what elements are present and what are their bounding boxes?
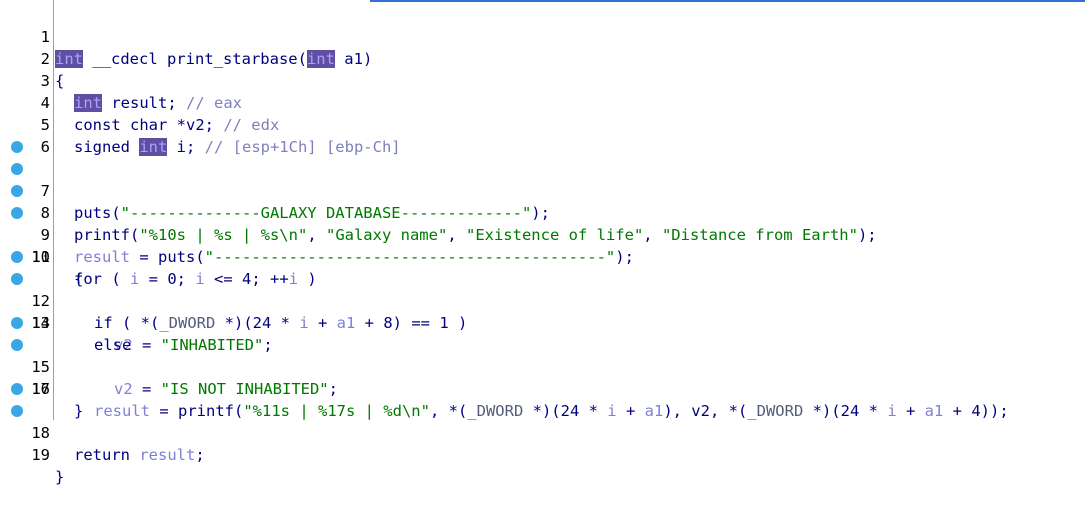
breakpoint-dot-icon[interactable] (11, 251, 23, 263)
breakpoint-dot-icon[interactable] (11, 339, 23, 351)
breakpoint-dot-icon[interactable] (11, 163, 23, 175)
return-keyword[interactable]: return (74, 446, 139, 464)
breakpoint-dot-icon[interactable] (11, 207, 23, 219)
code-line-8[interactable]: 8 printf("%10s | %s | %s\n", "Galaxy nam… (0, 158, 1085, 244)
code-line-6[interactable]: 6 (0, 114, 1085, 156)
code-line-17[interactable]: 17 } (0, 356, 1085, 420)
code-line-4[interactable]: 4 const char *v2; // edx (0, 70, 1085, 134)
breakpoint-dot-icon[interactable] (11, 185, 23, 197)
breakpoint-dot-icon[interactable] (11, 273, 23, 285)
code-line-5[interactable]: 5 signed int i; // [esp+1Ch] [ebp-Ch] (0, 92, 1085, 156)
code-line-3[interactable]: 3 int result; // eax (0, 48, 1085, 112)
code-line-18[interactable]: 18 return result; (0, 378, 1085, 464)
code-line-10[interactable]: 10 for ( i = 0; i <= 4; ++i ) (0, 202, 1085, 288)
punctuation: ; (195, 446, 205, 464)
code-line-15[interactable]: 15 v2 = "IS NOT INHABITED"; (0, 312, 1085, 398)
code-line-16[interactable]: 16 result = printf("%11s | %17s | %d\n",… (0, 334, 1085, 420)
code-text: return result; (74, 444, 205, 466)
code-line-12[interactable]: 12 if ( *(_DWORD *)(24 * i + a1 + 8) == … (0, 246, 1085, 332)
code-line-14[interactable]: 14 else (0, 290, 1085, 354)
breakpoint-dot-icon[interactable] (11, 405, 23, 417)
code-line-2[interactable]: 2 { (0, 26, 1085, 90)
code-line-1[interactable]: 1 int __cdecl print_starbase(int a1) (0, 4, 1085, 68)
pseudocode-view[interactable]: 1 int __cdecl print_starbase(int a1) 2 {… (0, 0, 1085, 486)
breakpoint-dot-icon[interactable] (11, 317, 23, 329)
breakpoint-dot-icon[interactable] (11, 383, 23, 395)
code-line-13[interactable]: 13 v2 = "INHABITED"; (0, 268, 1085, 354)
line-number: 19 (31, 446, 50, 464)
breakpoint-dot-icon[interactable] (11, 141, 23, 153)
code-text: } (55, 468, 65, 486)
variable-result[interactable]: result (139, 446, 195, 464)
code-line-11[interactable]: 11 { (0, 224, 1085, 288)
code-line-7[interactable]: 7 puts("--------------GALAXY DATABASE---… (0, 136, 1085, 222)
code-line-19[interactable]: 19 } (0, 400, 1085, 486)
code-line-9[interactable]: 9 result = puts("-----------------------… (0, 180, 1085, 266)
active-tab-indicator (370, 0, 1085, 2)
